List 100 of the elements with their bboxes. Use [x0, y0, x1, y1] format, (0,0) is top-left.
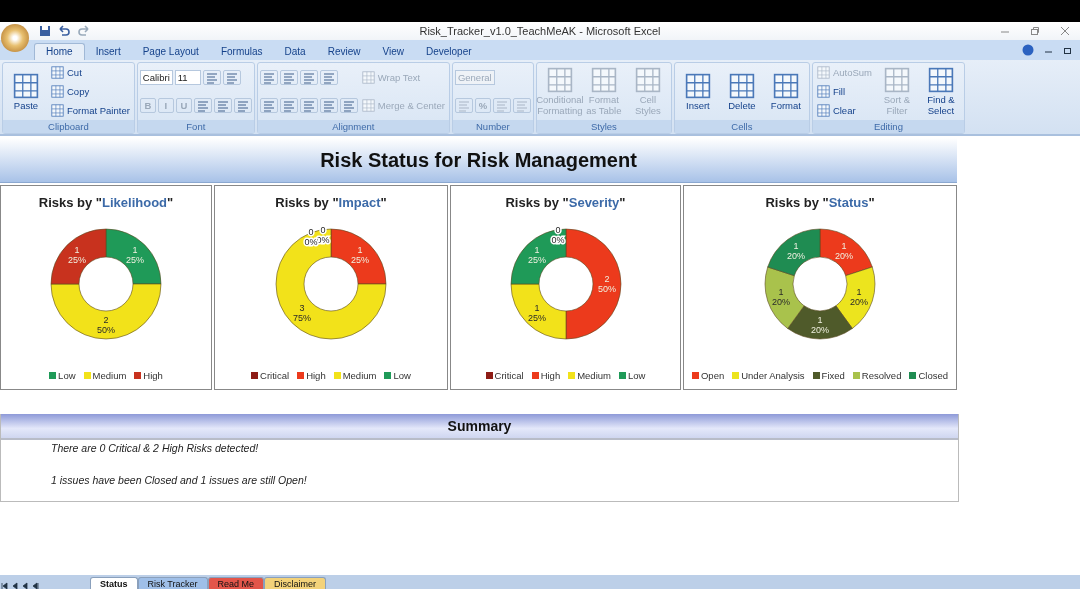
ribbon-tab[interactable]: Insert	[84, 44, 132, 60]
dropdown-field[interactable]: Calibri	[139, 70, 173, 85]
tool-button[interactable]	[319, 70, 338, 85]
data-label: 0%	[316, 235, 330, 245]
data-label: 1	[793, 240, 799, 251]
tool-button[interactable]	[299, 70, 318, 85]
dropdown-field[interactable]: 11	[174, 70, 201, 85]
tool-button[interactable]	[222, 70, 241, 85]
data-label: 3	[299, 303, 305, 313]
grid-icon	[772, 72, 799, 99]
lines-icon	[225, 71, 238, 84]
tool-button[interactable]	[279, 98, 298, 113]
sheet-title: Risk Status for Risk Management	[0, 138, 957, 183]
group-label: Styles	[536, 120, 671, 133]
restore-icon[interactable]	[1063, 45, 1072, 55]
data-label: 1	[856, 286, 862, 297]
lines-icon	[236, 99, 249, 112]
legend-label: High	[143, 370, 163, 381]
data-label: 1	[132, 245, 138, 255]
undo-icon[interactable]	[57, 25, 71, 37]
ribbon-tab[interactable]: Developer	[415, 44, 483, 60]
grid-icon	[51, 103, 64, 117]
grid-icon	[883, 67, 910, 93]
lines-icon	[515, 99, 528, 112]
lines-icon	[262, 71, 275, 84]
data-label: 50%	[597, 284, 616, 294]
data-label: 20%	[772, 296, 790, 307]
ribbon-button[interactable]: Paste	[5, 72, 47, 111]
help-icon[interactable]	[1022, 44, 1034, 56]
lines-icon	[302, 99, 315, 112]
ribbon-tab[interactable]: Formulas	[209, 44, 274, 60]
tool-button[interactable]	[259, 70, 278, 85]
group-label: Number	[452, 120, 533, 133]
lines-icon	[302, 71, 315, 84]
data-label: 1	[74, 245, 80, 255]
tool-button[interactable]	[299, 98, 318, 113]
legend-label: High	[306, 370, 326, 381]
ribbon-button[interactable]: Clear	[814, 103, 858, 117]
lines-icon	[196, 99, 209, 112]
ribbon-tab[interactable]: Review	[316, 44, 372, 60]
window-title: Risk_Tracker_v1.0_TeachMeAK - Microsoft Excel	[419, 25, 661, 37]
summary-text: 1 issues have been Closed and 1 issues are still Open!	[51, 474, 308, 486]
grid-icon	[684, 72, 711, 99]
redo-icon[interactable]	[77, 25, 91, 37]
close-icon[interactable]	[1060, 26, 1070, 36]
lines-icon	[205, 71, 218, 84]
ribbon-tab[interactable]: View	[371, 44, 415, 60]
tool-button[interactable]	[193, 98, 212, 113]
legend-label: Open	[700, 370, 725, 381]
sheet-tab[interactable]: Status	[90, 577, 138, 589]
group-label: Cells	[674, 120, 809, 133]
tool-button[interactable]	[339, 98, 358, 113]
grid-icon	[816, 103, 830, 117]
legend-label: Medium	[342, 370, 377, 381]
sheet-tab[interactable]: Risk Tracker	[137, 577, 208, 589]
ribbon-tab[interactable]: Data	[273, 44, 317, 60]
data-label: 2	[103, 315, 109, 325]
chart-title: Risks by "Status"	[765, 195, 875, 210]
tab-navigation-icon[interactable]	[0, 581, 40, 589]
ribbon-button[interactable]: Format Painter	[49, 103, 132, 117]
tool-button[interactable]	[319, 98, 338, 113]
tool-button[interactable]	[259, 98, 278, 113]
grid-icon	[816, 66, 830, 80]
grid-icon	[51, 85, 64, 98]
legend-label: Critical	[260, 370, 290, 381]
sheet-tab[interactable]: Read Me	[207, 577, 265, 589]
office-button[interactable]	[1, 24, 29, 52]
tool-button[interactable]	[202, 70, 221, 85]
grid-icon	[13, 72, 39, 99]
lines-icon	[322, 99, 335, 112]
ribbon-button[interactable]: Format	[764, 72, 807, 111]
lines-icon	[322, 71, 335, 84]
grid-icon	[361, 99, 375, 112]
ribbon-button[interactable]: Cut	[49, 66, 84, 80]
ribbon-button[interactable]: Copy	[49, 85, 92, 98]
ribbon-tab[interactable]: Page Layout	[131, 44, 210, 60]
data-label: 1	[817, 315, 823, 325]
tool-button[interactable]	[233, 98, 252, 113]
tool-button[interactable]	[279, 70, 298, 85]
ribbon-tab[interactable]: Home	[34, 43, 85, 60]
summary-text: There are 0 Critical & 2 High Risks detected!	[51, 442, 260, 454]
grid-icon	[728, 72, 755, 99]
data-label: 20%	[786, 250, 805, 261]
grid-icon	[816, 85, 830, 98]
legend-label: Under Analysis	[741, 370, 805, 381]
save-icon[interactable]	[39, 25, 51, 37]
data-label: 25%	[527, 313, 546, 323]
ribbon-button[interactable]: Fill	[814, 85, 848, 98]
legend-label: Critical	[494, 370, 524, 381]
data-label: 25%	[68, 255, 86, 265]
sheet-tab[interactable]: Disclaimer	[264, 577, 327, 589]
ribbon-button[interactable]: Find & Select	[919, 67, 962, 116]
ribbon-button[interactable]: Insert	[676, 72, 719, 111]
tool-button[interactable]	[213, 98, 232, 113]
lines-icon	[342, 99, 355, 112]
legend-label: High	[540, 370, 561, 381]
legend-label: Medium	[577, 370, 611, 381]
ribbon-button[interactable]: Delete	[720, 72, 763, 111]
chart-title: Risks by "Likelihood"	[38, 195, 174, 210]
data-label: 2	[604, 274, 609, 284]
